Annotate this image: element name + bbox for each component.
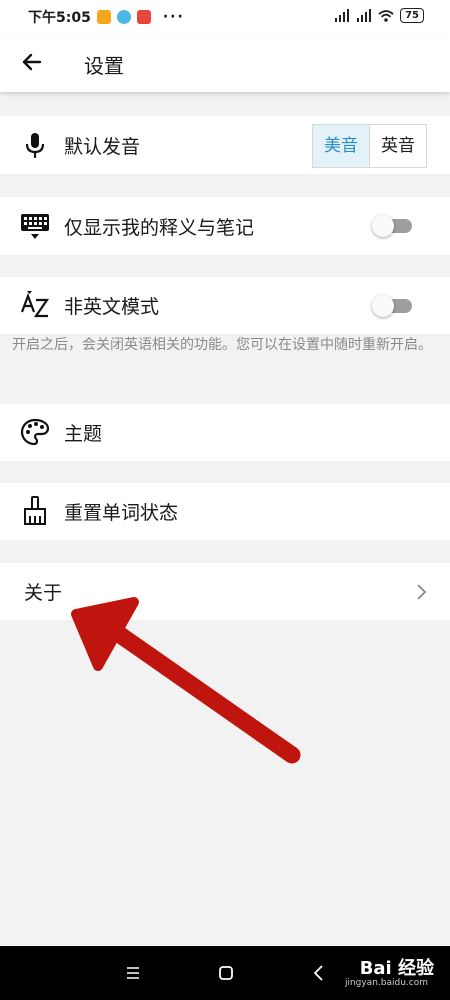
- menu-icon[interactable]: [122, 962, 144, 984]
- status-time: 下午5:05: [28, 10, 91, 26]
- watermark-logo: Bai 经验: [359, 958, 434, 979]
- back-arrow-icon[interactable]: [20, 50, 44, 74]
- setting-label: 仅显示我的释义与笔记: [64, 216, 255, 239]
- signal-icon: [335, 8, 350, 22]
- only-my-notes-toggle[interactable]: [372, 215, 412, 237]
- signal-icon: [357, 8, 372, 22]
- page-title: 设置: [84, 54, 124, 78]
- home-icon[interactable]: [215, 962, 237, 984]
- toggle-knob: [372, 215, 394, 237]
- pronunciation-selector: 美音 英音: [312, 124, 427, 168]
- option-american[interactable]: 美音: [313, 125, 369, 167]
- system-nav-bar: Bai 经验 jingyan.baidu.com: [0, 946, 450, 1000]
- setting-reset-word-status[interactable]: 重置单词状态: [0, 483, 450, 540]
- setting-label: 关于: [24, 582, 63, 604]
- status-bar: 下午5:05 ··· 75: [0, 0, 450, 34]
- setting-non-english-mode[interactable]: 非英文模式: [0, 277, 450, 334]
- notification-icon: [96, 10, 111, 24]
- setting-label: 默认发音: [64, 135, 141, 158]
- status-icons: 75: [334, 8, 424, 23]
- back-icon[interactable]: [308, 962, 330, 984]
- setting-theme[interactable]: 主题: [0, 404, 450, 461]
- setting-label: 重置单词状态: [64, 502, 179, 524]
- sort-az-icon: [20, 291, 50, 318]
- notification-icon: [116, 10, 131, 24]
- non-english-mode-description: 开启之后，会关闭英语相关的功能。您可以在设置中随时重新开启。: [12, 337, 432, 353]
- setting-default-pronunciation: 默认发音 美音 英音: [0, 116, 450, 174]
- more-notifications-icon: ···: [162, 9, 185, 25]
- setting-only-my-notes[interactable]: 仅显示我的释义与笔记: [0, 197, 450, 255]
- option-british[interactable]: 英音: [369, 125, 426, 167]
- palette-icon: [20, 418, 50, 446]
- chevron-right-icon: [417, 584, 427, 600]
- keyboard-icon: [21, 214, 49, 239]
- battery-icon: 75: [400, 8, 424, 23]
- setting-about[interactable]: 关于: [0, 563, 450, 620]
- watermark-url: jingyan.baidu.com: [344, 978, 428, 988]
- setting-label: 非英文模式: [64, 296, 160, 318]
- toggle-knob: [372, 295, 394, 317]
- app-header: 设置: [0, 34, 450, 92]
- setting-label: 主题: [64, 423, 103, 445]
- non-english-mode-toggle[interactable]: [372, 295, 412, 317]
- wifi-icon: [378, 9, 394, 22]
- microphone-icon: [25, 133, 45, 158]
- notification-icon: [136, 10, 151, 24]
- broom-icon: [24, 496, 46, 525]
